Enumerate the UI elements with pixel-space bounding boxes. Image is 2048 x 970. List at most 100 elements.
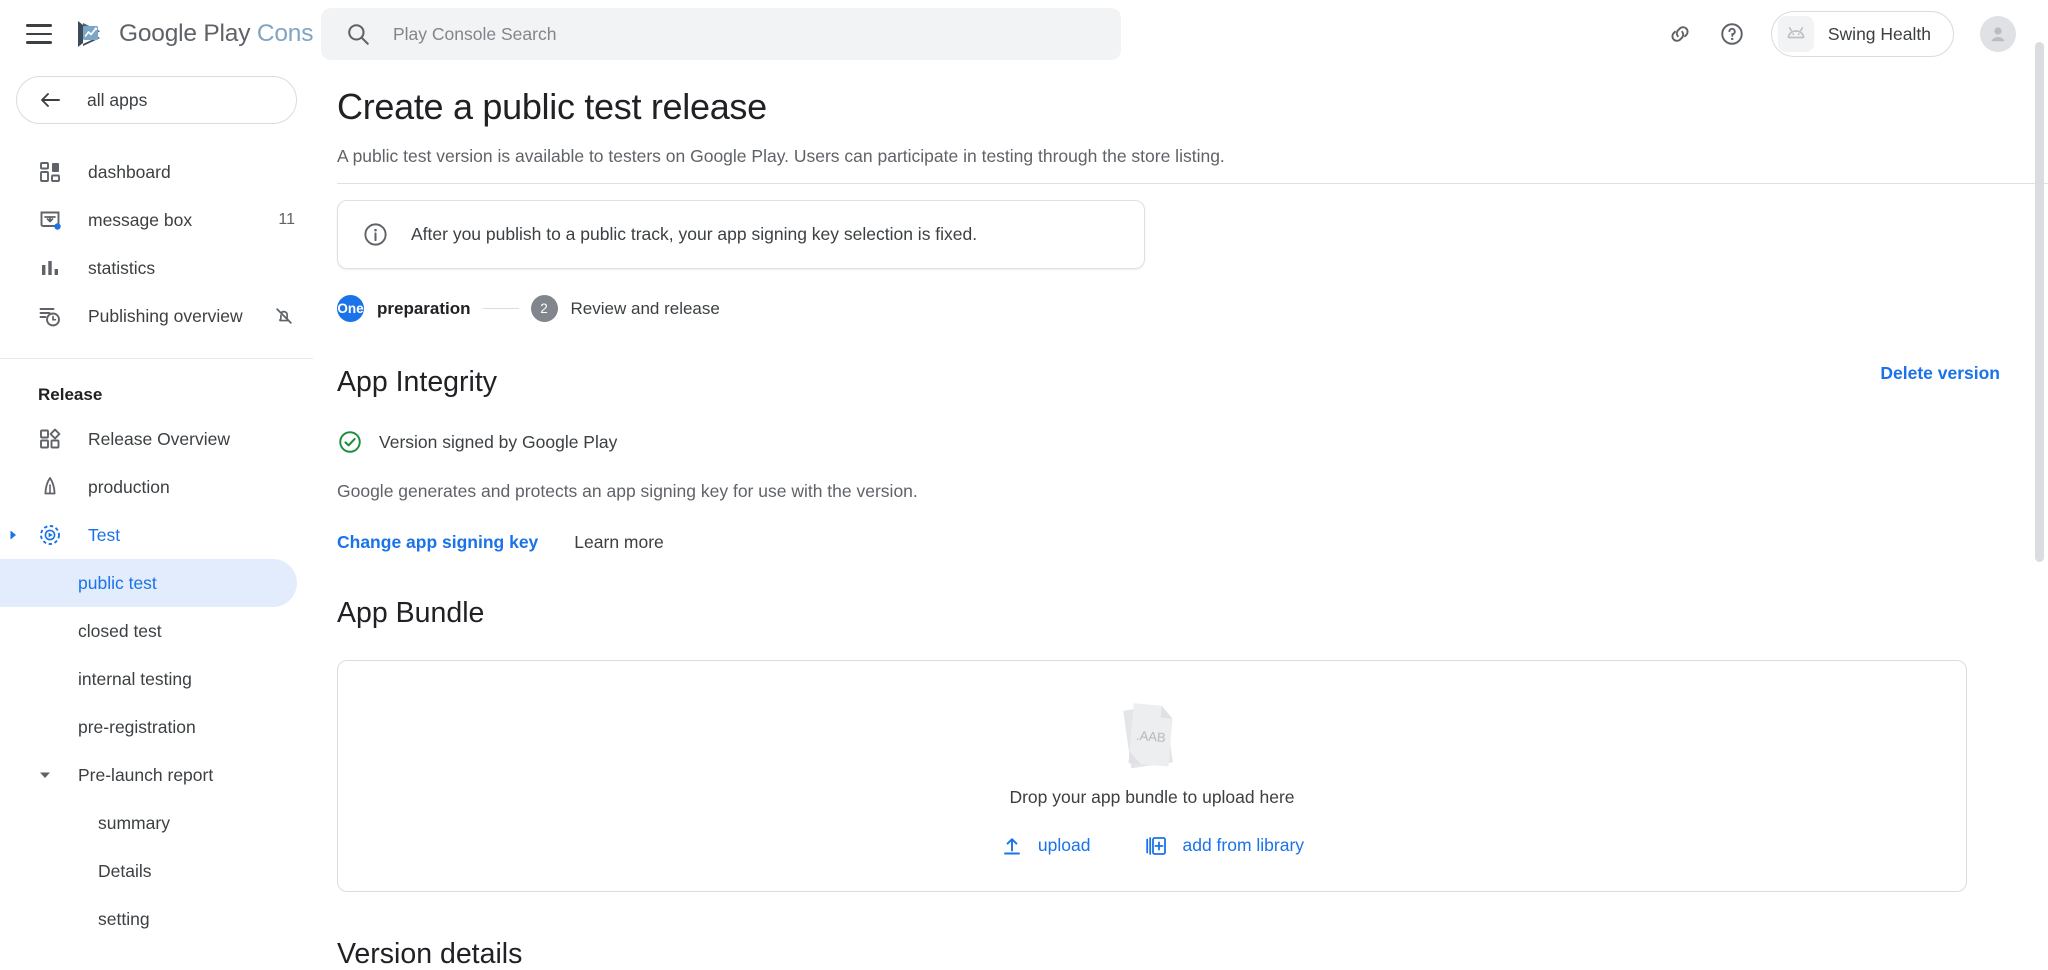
release-stepper: One preparation 2 Review and release <box>337 295 2048 322</box>
change-app-signing-key-link[interactable]: Change app signing key <box>337 532 538 553</box>
top-bar-actions: Swing Health <box>1667 11 2026 57</box>
sidebar-item-pre-registration[interactable]: pre-registration <box>0 703 313 751</box>
test-track-icon <box>40 525 60 545</box>
sidebar-item-closed-test[interactable]: closed test <box>0 607 313 655</box>
message-count-badge: 11 <box>278 211 295 228</box>
app-root: Google Play Console all apps dashboard <box>0 0 2048 970</box>
page-subtitle: A public test version is available to te… <box>337 146 1225 166</box>
check-circle-icon <box>339 431 361 453</box>
sidebar: Google Play Console all apps dashboard <box>0 0 313 970</box>
page-content: Create a public test release A public te… <box>313 68 2048 970</box>
sidebar-item-label: closed test <box>78 620 162 641</box>
sidebar-item-label: production <box>88 476 170 497</box>
release-overview-icon <box>40 428 61 449</box>
all-apps-label: all apps <box>87 89 148 110</box>
sidebar-item-statistics[interactable]: statistics <box>0 244 313 292</box>
sidebar-item-label: public test <box>78 572 157 593</box>
all-apps-button[interactable]: all apps <box>16 76 297 124</box>
primary-nav: dashboard message box 11 statistics Publ… <box>0 148 313 943</box>
sidebar-item-setting[interactable]: setting <box>0 895 313 943</box>
brand[interactable]: Google Play Console <box>74 18 313 50</box>
sidebar-section-title: Release <box>38 385 103 404</box>
sidebar-item-label: dashboard <box>88 161 171 182</box>
sidebar-item-label: Release Overview <box>88 428 230 449</box>
brand-bar: Google Play Console <box>0 0 313 68</box>
bar-chart-icon <box>42 261 58 275</box>
help-circle-icon[interactable] <box>1719 21 1745 47</box>
back-arrow-icon <box>41 93 60 107</box>
sidebar-item-details[interactable]: Details <box>0 847 313 895</box>
upload-label: upload <box>1037 835 1091 855</box>
sidebar-item-public-test[interactable]: public test <box>0 559 297 607</box>
info-banner-text: After you publish to a public track, you… <box>411 224 978 244</box>
app-name-label: Swing Health <box>1827 23 1931 44</box>
info-banner: After you publish to a public track, you… <box>337 200 1145 269</box>
version-details-heading: Version details <box>337 938 523 970</box>
caret-down-icon[interactable] <box>36 766 54 784</box>
top-bar: Swing Health <box>313 0 2048 68</box>
sidebar-item-dashboard[interactable]: dashboard <box>0 148 313 196</box>
step-2-badge: 2 <box>530 295 558 322</box>
learn-more-link[interactable]: Learn more <box>574 532 664 553</box>
main-area: Swing Health Create a public test releas… <box>313 0 2048 970</box>
app-integrity-note: Google generates and protects an app sig… <box>337 481 918 501</box>
brand-title-light: Console <box>256 20 313 47</box>
search-box[interactable] <box>321 8 1121 60</box>
brand-title-bold: Google Play <box>119 20 251 47</box>
sidebar-item-label: internal testing <box>78 668 192 689</box>
search-input[interactable] <box>393 23 1073 45</box>
play-console-logo-icon <box>78 21 100 47</box>
sidebar-item-message-box[interactable]: message box 11 <box>0 196 313 244</box>
sidebar-item-label: Publishing overview <box>88 305 243 326</box>
signing-status-row: Version signed by Google Play <box>337 429 2048 455</box>
aab-label: .AAB <box>1136 727 1167 745</box>
stepper-step-2[interactable]: 2 Review and release <box>530 295 720 322</box>
sidebar-item-pre-launch-report[interactable]: Pre-launch report <box>0 751 313 799</box>
step-1-badge: One <box>337 295 364 322</box>
app-icon-tile <box>1777 16 1814 52</box>
inbox-icon <box>40 211 61 230</box>
stepper-connector <box>482 307 519 310</box>
sidebar-item-publishing-overview[interactable]: Publishing overview <box>0 292 313 340</box>
dashboard-icon <box>40 162 60 182</box>
account-avatar-icon[interactable] <box>1980 16 2016 52</box>
sidebar-item-summary[interactable]: summary <box>0 799 313 847</box>
brand-title: Google Play Console <box>119 20 313 48</box>
rocket-icon <box>44 477 56 495</box>
delete-version-button[interactable]: Delete version <box>1880 363 2000 384</box>
info-circle-icon <box>364 223 387 246</box>
vertical-scrollbar[interactable] <box>2035 42 2044 966</box>
android-head-icon <box>1787 27 1805 39</box>
avatar-person-glyph <box>1991 27 2005 42</box>
app-integrity-links: Change app signing key Learn more <box>337 532 2048 553</box>
sidebar-item-internal-testing[interactable]: internal testing <box>0 655 313 703</box>
content-divider <box>337 183 2048 184</box>
add-from-library-button[interactable]: add from library <box>1144 834 1304 858</box>
hamburger-menu-icon[interactable] <box>26 24 52 44</box>
app-integrity-heading: App Integrity <box>337 366 498 398</box>
app-bundle-dropzone[interactable]: .AAB Drop your app bundle to upload here… <box>337 660 1967 892</box>
sidebar-item-production[interactable]: production <box>0 463 313 511</box>
sidebar-item-release-overview[interactable]: Release Overview <box>0 415 313 463</box>
sidebar-item-label: summary <box>98 812 170 833</box>
sidebar-item-label: Pre-launch report <box>78 764 214 785</box>
sidebar-item-label: statistics <box>88 257 156 278</box>
app-selector-chip[interactable]: Swing Health <box>1770 11 1954 57</box>
bell-off-icon[interactable] <box>273 305 295 327</box>
upload-icon <box>1003 837 1020 854</box>
stepper-step-1[interactable]: One preparation <box>337 295 471 322</box>
app-bundle-heading: App Bundle <box>337 597 485 629</box>
sidebar-item-label: message box <box>88 209 193 230</box>
sidebar-item-label: setting <box>98 908 150 929</box>
link-icon[interactable] <box>1667 21 1693 47</box>
add-from-library-label: add from library <box>1182 835 1305 855</box>
upload-button[interactable]: upload <box>1000 834 1091 858</box>
step-1-label: preparation <box>377 298 471 318</box>
expand-right-arrow-icon[interactable] <box>6 528 20 542</box>
signing-status-label: Version signed by Google Play <box>379 431 618 452</box>
aab-file-icon: .AAB <box>1123 702 1173 768</box>
sidebar-item-test[interactable]: Test <box>0 511 313 559</box>
search-icon <box>348 24 369 45</box>
scrollbar-thumb[interactable] <box>2035 42 2044 562</box>
publishing-clock-icon <box>39 308 60 327</box>
